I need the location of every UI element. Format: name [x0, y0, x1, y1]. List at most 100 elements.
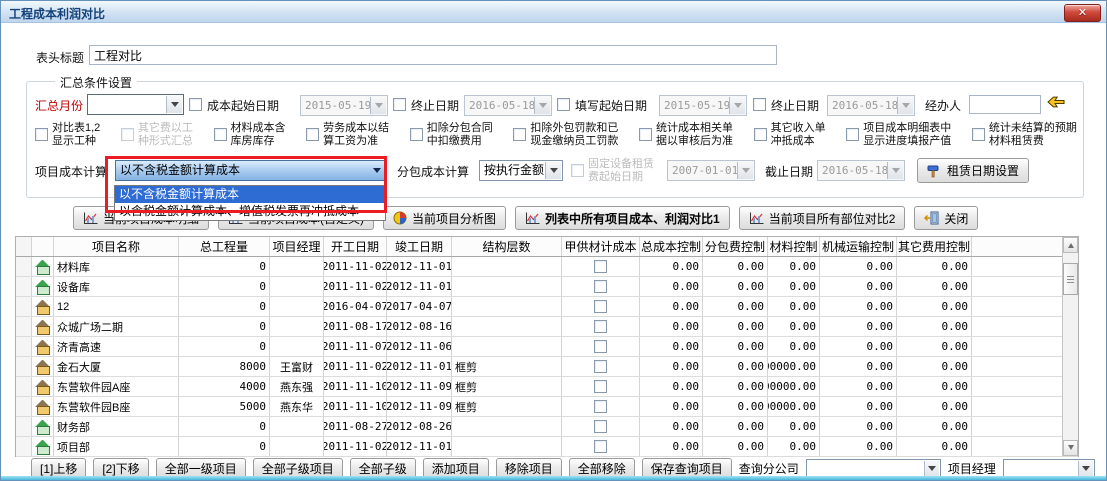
option-other-income-offset[interactable]: 其它收入单冲抵成本	[754, 122, 826, 148]
col-material-ctrl[interactable]: 材料控制	[768, 237, 820, 256]
owner-material-checkbox[interactable]	[594, 380, 607, 393]
all-projects-compare1-button[interactable]: 列表中所有项目成本、利润对比1	[515, 206, 730, 230]
col-total-quantity[interactable]: 总工程量	[179, 237, 270, 256]
owner-material-checkbox[interactable]	[594, 340, 607, 353]
project-icon	[35, 320, 50, 334]
row-selector[interactable]	[16, 337, 32, 356]
option-deduct-penalty[interactable]: 扣除外包罚款和已现金缴纳员工罚款	[513, 122, 618, 148]
option-unsettled-rent[interactable]: 统计未结算的预期材料租赁费	[972, 122, 1077, 148]
table-row[interactable]: 金石大厦 8000 王富财 2011-11-02 2012-11-01 框剪 0…	[16, 357, 1078, 377]
cost-start-label: 成本起始日期	[207, 97, 279, 114]
rent-end-date[interactable]: 2016-05-18	[817, 160, 905, 181]
subcontract-calc-label: 分包成本计算	[397, 163, 469, 180]
rent-date-settings-button[interactable]: 租赁日期设置	[917, 158, 1029, 183]
col-other-fee-ctrl[interactable]: 其它费用控制	[897, 237, 972, 256]
owner-material-checkbox[interactable]	[594, 260, 607, 273]
project-cost-calc-label: 项目成本计算	[35, 163, 107, 180]
option-material-stock[interactable]: 材料成本含库房库存	[214, 122, 286, 148]
dropdown-option-selected[interactable]: 以不含税金额计算成本	[115, 186, 385, 203]
project-cost-calc-select[interactable]: 以不含税金额计算成本	[115, 160, 387, 181]
branch-filter-label: 查询分公司	[739, 460, 799, 477]
row-selector[interactable]	[16, 277, 32, 296]
fill-start-date[interactable]: 2015-05-19	[659, 95, 747, 116]
table-row[interactable]: 设备库 0 2011-11-02 2012-11-01 0.00 0.00 0.…	[16, 277, 1078, 297]
option-audited-documents[interactable]: 统计成本相关单据以审核后为准	[639, 122, 733, 148]
header-title-input[interactable]	[89, 45, 777, 65]
owner-material-checkbox[interactable]	[594, 320, 607, 333]
col-project-name[interactable]: 项目名称	[54, 237, 179, 256]
option-otherfee-worktype: 其它费以工种形式汇总	[121, 122, 193, 148]
option-progress-output[interactable]: 项目成本明细表中显示进度填报产值	[846, 122, 951, 148]
close-button[interactable]: ✕	[1064, 4, 1101, 22]
fill-end-label: 终止日期	[771, 97, 819, 114]
col-owner-material-cost[interactable]: 甲供材计成本	[562, 237, 640, 256]
project-icon	[35, 420, 50, 434]
scroll-up-button[interactable]	[1063, 237, 1078, 253]
col-total-cost-ctrl[interactable]: 总成本控制	[640, 237, 703, 256]
owner-material-checkbox[interactable]	[594, 440, 607, 453]
projects-table: 项目名称 总工程量 项目经理 开工日期 竣工日期 结构层数 甲供材计成本 总成本…	[15, 236, 1079, 457]
row-selector[interactable]	[16, 317, 32, 336]
cost-start-checkbox[interactable]	[189, 98, 202, 111]
col-project-manager[interactable]: 项目经理	[270, 237, 324, 256]
pie-chart-icon	[393, 211, 407, 225]
table-row[interactable]: 财务部 0 2011-08-27 2012-08-26 0.00 0.00 0.…	[16, 417, 1078, 437]
table-row[interactable]: 项目部 0 2011-11-02 2012-11-01 0.00 0.00 0.…	[16, 437, 1078, 457]
table-row[interactable]: 材料库 0 2011-11-02 2012-11-01 0.00 0.00 0.…	[16, 257, 1078, 277]
agent-input[interactable]	[969, 95, 1041, 114]
table-row[interactable]: 东营软件园B座 5000 燕东华 2011-11-10 2012-11-09 框…	[16, 397, 1078, 417]
row-selector[interactable]	[16, 297, 32, 316]
dropdown-option[interactable]: 以含税金额计算成本、增值税发票再冲抵成本	[115, 203, 385, 220]
col-end-date[interactable]: 竣工日期	[387, 237, 452, 256]
chevron-down-icon	[545, 162, 561, 179]
summary-conditions-group: 汇总条件设置 汇总月份 成本起始日期 2015-05-19 终止日期 2016-…	[26, 81, 1084, 198]
owner-material-checkbox[interactable]	[594, 360, 607, 373]
row-selector[interactable]	[16, 377, 32, 396]
row-selector[interactable]	[16, 397, 32, 416]
pointing-hand-icon[interactable]	[1047, 95, 1065, 109]
table-row[interactable]: 众城广场二期 0 2011-08-17 2012-08-16 0.00 0.00…	[16, 317, 1078, 337]
option-deduct-subcontract-fee[interactable]: 扣除分包合同中扣缴费用	[410, 122, 493, 148]
close-icon: ✕	[1078, 8, 1087, 19]
scroll-down-button[interactable]	[1063, 440, 1078, 456]
group-title: 汇总条件设置	[55, 74, 137, 91]
option-compare-worktype[interactable]: 对比表1,2显示工种	[35, 122, 100, 148]
col-start-date[interactable]: 开工日期	[324, 237, 387, 256]
owner-material-checkbox[interactable]	[594, 420, 607, 433]
owner-material-checkbox[interactable]	[594, 400, 607, 413]
scrollbar-thumb[interactable]	[1063, 263, 1078, 295]
subcontract-calc-select[interactable]: 按执行金额	[479, 160, 563, 181]
table-row[interactable]: 济青高速 0 2011-11-07 2012-11-06 0.00 0.00 0…	[16, 337, 1078, 357]
cost-end-checkbox[interactable]	[393, 98, 406, 111]
table-header-row: 项目名称 总工程量 项目经理 开工日期 竣工日期 结构层数 甲供材计成本 总成本…	[16, 237, 1078, 257]
row-selector[interactable]	[16, 357, 32, 376]
fill-end-date[interactable]: 2016-05-18	[827, 95, 915, 116]
title-bar[interactable]: 工程成本利润对比 ✕	[1, 1, 1106, 23]
tool-icon	[927, 164, 942, 178]
owner-material-checkbox[interactable]	[594, 280, 607, 293]
owner-material-checkbox[interactable]	[594, 300, 607, 313]
row-selector[interactable]	[16, 437, 32, 456]
cost-start-date[interactable]: 2015-05-19	[300, 95, 388, 116]
chevron-down-icon	[1078, 461, 1093, 477]
col-subcontract-ctrl[interactable]: 分包费控制	[703, 237, 768, 256]
table-row[interactable]: 12 0 2016-04-07 2017-04-07 0.00 0.00 0.0…	[16, 297, 1078, 317]
fill-start-checkbox[interactable]	[557, 98, 570, 111]
fill-end-checkbox[interactable]	[753, 98, 766, 111]
rent-start-checkbox	[571, 164, 584, 177]
current-project-analysis-chart-button[interactable]: 当前项目分析图	[383, 206, 506, 230]
table-row[interactable]: 东营软件园A座 4000 燕东强 2011-11-10 2012-11-09 框…	[16, 377, 1078, 397]
window-bottom-border	[1, 476, 1106, 480]
option-labor-settled-wage[interactable]: 劳务成本以结算工资为准	[306, 122, 389, 148]
col-structure-floors[interactable]: 结构层数	[452, 237, 562, 256]
close-dialog-button[interactable]: 关闭	[914, 206, 978, 230]
fill-start-label: 填写起始日期	[575, 97, 647, 114]
col-machine-transport-ctrl[interactable]: 机械运输控制	[820, 237, 897, 256]
vertical-scrollbar[interactable]	[1062, 237, 1078, 456]
row-selector[interactable]	[16, 257, 32, 276]
dialog-window: 工程成本利润对比 ✕ 表头标题 汇总条件设置 汇总月份 成本起始日期 2015-…	[0, 0, 1107, 481]
cost-end-date[interactable]: 2016-05-18	[464, 95, 552, 116]
summary-month-select[interactable]	[87, 94, 184, 115]
current-project-parts-compare2-button[interactable]: 当前项目所有部位对比2	[739, 206, 906, 230]
row-selector[interactable]	[16, 417, 32, 436]
